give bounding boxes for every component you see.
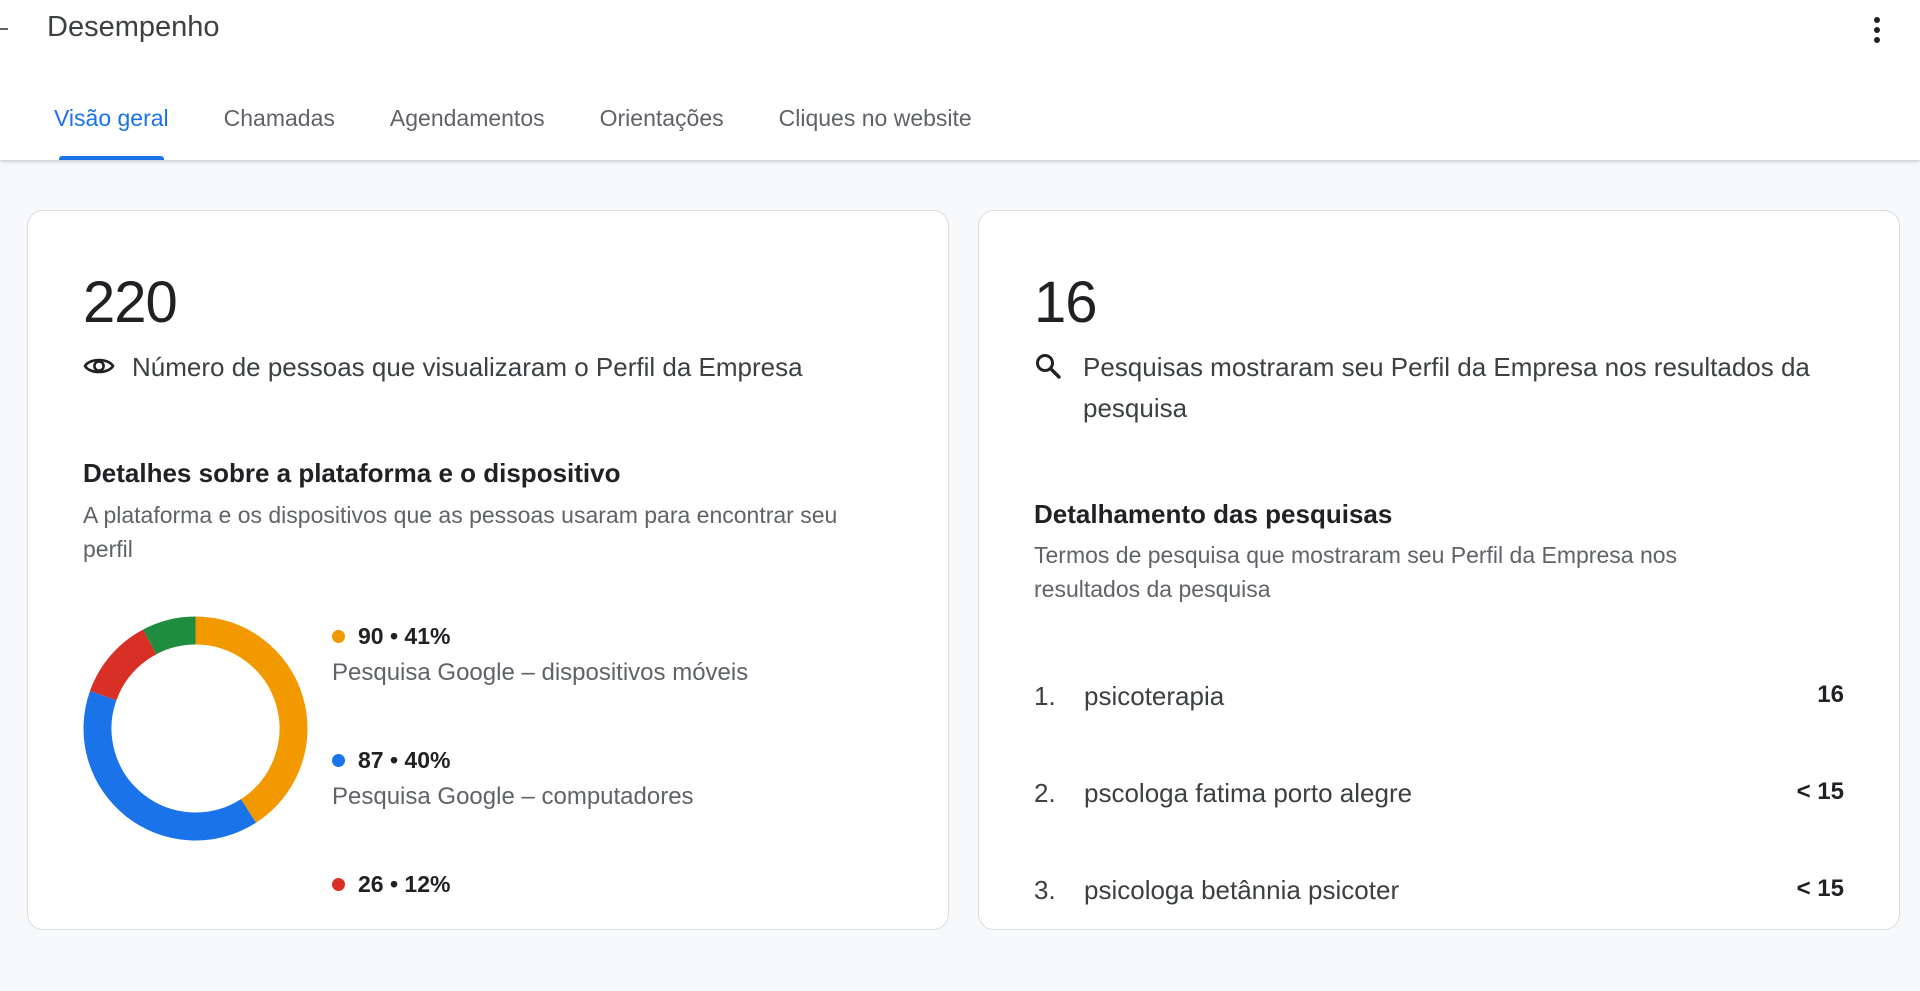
tab-orientacoes[interactable]: Orientações	[580, 96, 744, 160]
tab-chamadas[interactable]: Chamadas	[204, 96, 355, 160]
page-title: Desempenho	[47, 11, 220, 43]
search-icon	[1034, 349, 1068, 383]
platform-section-title: Detalhes sobre a plataforma e o disposit…	[83, 458, 621, 488]
views-card: 220 Número de pessoas que visualizaram o…	[27, 210, 949, 930]
legend-value: 26 • 12%	[358, 870, 451, 897]
legend-item: 90 • 41% Pesquisa Google – dispositivos …	[332, 619, 748, 743]
donut-slice-0	[195, 616, 308, 823]
list-item[interactable]: 3. psicologa betânnia psicoter < 15	[1034, 875, 1844, 972]
searches-count: 16	[1034, 270, 1098, 335]
views-metric-label: Número de pessoas que visualizaram o Per…	[132, 352, 803, 382]
searches-card: 16 Pesquisas mostraram seu Perfil da Emp…	[978, 210, 1900, 930]
legend-item: 87 • 40% Pesquisa Google – computadores	[332, 743, 748, 867]
back-arrow-icon[interactable]	[0, 28, 8, 30]
legend-label: Pesquisa Google – dispositivos móveis	[332, 659, 749, 686]
legend-value: 90 • 41%	[358, 622, 451, 649]
legend-dot-maps-mobile	[332, 877, 345, 891]
legend-item: 26 • 12%	[332, 867, 748, 991]
searches-metric: Pesquisas mostraram seu Perfil da Empres…	[1034, 351, 1853, 429]
term-count: < 15	[1796, 875, 1844, 902]
app-header: Desempenho Visão geral Chamadas Agendame…	[0, 0, 1920, 160]
tab-visao-geral[interactable]: Visão geral	[34, 96, 189, 160]
term-text: psicoterapia	[1084, 681, 1225, 711]
donut-slice-1	[83, 690, 257, 841]
term-index: 1.	[1034, 681, 1056, 711]
platform-donut-chart	[83, 616, 308, 841]
list-item[interactable]: 2. pscologa fatima porto alegre < 15	[1034, 778, 1844, 875]
term-index: 2.	[1034, 778, 1056, 808]
platform-section-desc: A plataforma e os dispositivos que as pe…	[83, 502, 838, 562]
eye-icon	[83, 349, 117, 383]
donut-slice-2	[90, 629, 157, 701]
list-item[interactable]: 1. psicoterapia 16	[1034, 681, 1844, 778]
views-count: 220	[83, 270, 178, 335]
more-vert-icon[interactable]	[1862, 12, 1892, 48]
platform-legend: 90 • 41% Pesquisa Google – dispositivos …	[332, 619, 748, 991]
search-breakdown-desc: Termos de pesquisa que mostraram seu Per…	[1034, 542, 1678, 602]
term-count: < 15	[1796, 778, 1844, 805]
legend-value: 87 • 40%	[358, 746, 451, 773]
term-index: 3.	[1034, 875, 1056, 905]
search-breakdown-title: Detalhamento das pesquisas	[1034, 499, 1393, 529]
tab-bar: Visão geral Chamadas Agendamentos Orient…	[34, 96, 1007, 160]
searches-metric-label: Pesquisas mostraram seu Perfil da Empres…	[1083, 352, 1810, 423]
tab-agendamentos[interactable]: Agendamentos	[370, 96, 565, 160]
search-terms-list: 1. psicoterapia 16 2. pscologa fatima po…	[1034, 681, 1844, 972]
term-text: psicologa betânnia psicoter	[1084, 875, 1400, 905]
donut-slice-3	[143, 616, 197, 655]
legend-dot-desktop	[332, 753, 345, 767]
term-count: 16	[1817, 681, 1844, 708]
legend-label: Pesquisa Google – computadores	[332, 783, 694, 810]
tab-cliques-no-website[interactable]: Cliques no website	[759, 96, 992, 160]
legend-dot-mobile	[332, 629, 345, 643]
views-metric: Número de pessoas que visualizaram o Per…	[83, 351, 803, 388]
term-text: pscologa fatima porto alegre	[1084, 778, 1413, 808]
